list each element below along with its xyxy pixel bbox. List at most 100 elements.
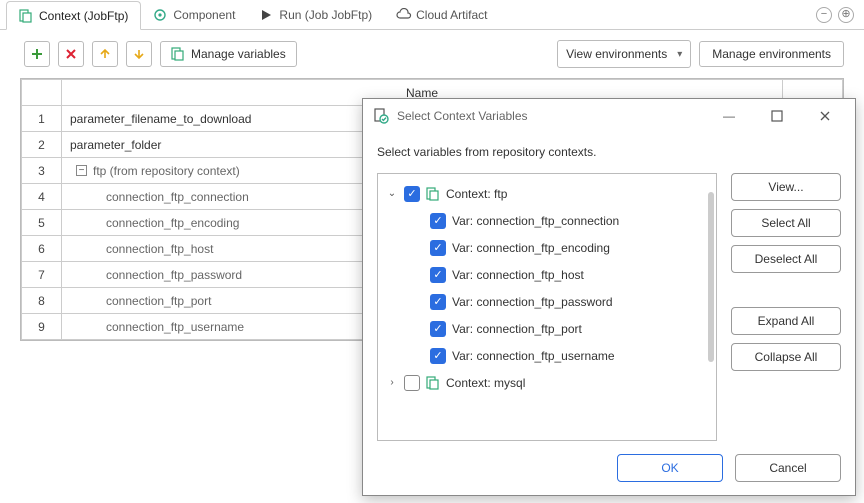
add-button[interactable] [24,41,50,67]
tab-cloud-artifact[interactable]: Cloud Artifact [384,0,499,29]
tab-component[interactable]: Component [141,0,247,29]
checkbox-checked[interactable]: ✓ [430,348,446,364]
view-environments-dropdown[interactable]: View environments ▾ [557,40,691,68]
run-icon [259,8,273,22]
checkbox-checked[interactable]: ✓ [430,321,446,337]
group-label: ftp (from repository context) [93,164,240,178]
caret-collapsed-icon[interactable]: › [386,377,398,388]
cancel-button[interactable]: Cancel [735,454,841,482]
tree-var-label: Var: connection_ftp_password [452,295,613,309]
row-number: 9 [22,314,62,340]
dialog-footer: OK Cancel [363,441,855,495]
tree-var-row[interactable]: ✓ Var: connection_ftp_port [382,315,712,342]
tree-var-row[interactable]: ✓ Var: connection_ftp_password [382,288,712,315]
component-icon [153,8,167,22]
manage-environments-button[interactable]: Manage environments [699,41,844,67]
deselect-all-button[interactable]: Deselect All [731,245,841,273]
row-number: 8 [22,288,62,314]
checkbox-unchecked[interactable] [404,375,420,391]
tab-label: Component [173,8,235,22]
minimize-view-button[interactable]: − [816,7,832,23]
manage-variables-label: Manage variables [191,47,286,61]
dialog-icon [373,108,389,124]
checkbox-checked[interactable]: ✓ [430,213,446,229]
cancel-label: Cancel [769,461,806,475]
tree-var-label: Var: connection_ftp_username [452,349,615,363]
row-name: connection_ftp_password [70,268,242,282]
delete-button[interactable] [58,41,84,67]
checkbox-checked[interactable]: ✓ [430,294,446,310]
tree-context-ftp[interactable]: ⌄ ✓ Context: ftp [382,180,712,207]
tree-var-row[interactable]: ✓ Var: connection_ftp_connection [382,207,712,234]
window-maximize-button[interactable] [757,104,797,128]
tab-label: Run (Job JobFtp) [279,8,372,22]
row-number: 6 [22,236,62,262]
plus-icon [31,48,43,60]
tree-var-label: Var: connection_ftp_connection [452,214,619,228]
checkbox-checked[interactable]: ✓ [430,240,446,256]
dialog-instruction: Select variables from repository context… [377,145,841,159]
row-number: 5 [22,210,62,236]
context-toolbar: Manage variables View environments ▾ Man… [0,30,864,78]
row-number: 1 [22,106,62,132]
tree-context-label: Context: ftp [446,187,507,201]
row-name: connection_ftp_port [70,294,211,308]
caret-expanded-icon[interactable]: ⌄ [386,188,398,199]
row-number: 7 [22,262,62,288]
expand-all-button[interactable]: Expand All [731,307,841,335]
tabbar-controls: − ⊕ [816,7,864,23]
expand-all-label: Expand All [758,314,815,328]
move-down-button[interactable] [126,41,152,67]
tree-var-label: Var: connection_ftp_host [452,268,584,282]
deselect-all-label: Deselect All [755,252,818,266]
window-close-button[interactable] [805,104,845,128]
context-icon [426,376,440,390]
collapse-all-button[interactable]: Collapse All [731,343,841,371]
move-up-button[interactable] [92,41,118,67]
collapse-all-label: Collapse All [755,350,818,364]
row-number: 3 [22,158,62,184]
checkbox-checked[interactable]: ✓ [430,267,446,283]
tab-context[interactable]: Context (JobFtp) [6,1,141,30]
maximize-view-button[interactable]: ⊕ [838,7,854,23]
view-button-label: View... [768,180,803,194]
context-icon [426,187,440,201]
manage-variables-button[interactable]: Manage variables [160,41,297,67]
tree-scrollbar[interactable] [708,192,714,362]
cloud-icon [396,8,410,22]
tab-label: Context (JobFtp) [39,9,128,23]
row-name: connection_ftp_host [70,242,213,256]
list-icon [171,47,185,61]
rownum-header [22,80,62,106]
x-icon [65,48,77,60]
view-button[interactable]: View... [731,173,841,201]
tree-var-label: Var: connection_ftp_port [452,322,582,336]
manage-environments-label: Manage environments [712,47,831,61]
row-name: connection_ftp_username [70,320,244,334]
arrow-up-icon [99,48,111,60]
arrow-down-icon [133,48,145,60]
row-name: connection_ftp_encoding [70,216,239,230]
chevron-down-icon: ▾ [677,49,682,60]
tree-var-label: Var: connection_ftp_encoding [452,241,610,255]
tab-label: Cloud Artifact [416,8,487,22]
ok-button[interactable]: OK [617,454,723,482]
tree-context-label: Context: mysql [446,376,525,390]
tree-var-row[interactable]: ✓ Var: connection_ftp_username [382,342,712,369]
select-all-button[interactable]: Select All [731,209,841,237]
window-minimize-button[interactable]: ― [709,104,749,128]
ok-label: OK [661,461,678,475]
tab-run[interactable]: Run (Job JobFtp) [247,0,384,29]
row-number: 2 [22,132,62,158]
tree-var-row[interactable]: ✓ Var: connection_ftp_host [382,261,712,288]
dialog-titlebar: Select Context Variables ― [363,99,855,133]
editor-tabbar: Context (JobFtp) Component Run (Job JobF… [0,0,864,30]
tree-var-row[interactable]: ✓ Var: connection_ftp_encoding [382,234,712,261]
view-environments-label: View environments [566,47,667,61]
select-context-variables-dialog: Select Context Variables ― Select variab… [362,98,856,496]
collapse-icon[interactable]: − [76,165,87,176]
row-number: 4 [22,184,62,210]
checkbox-checked[interactable]: ✓ [404,186,420,202]
context-tree[interactable]: ⌄ ✓ Context: ftp ✓ Var: connection_ftp_co… [377,173,717,441]
tree-context-mysql[interactable]: › Context: mysql [382,369,712,396]
